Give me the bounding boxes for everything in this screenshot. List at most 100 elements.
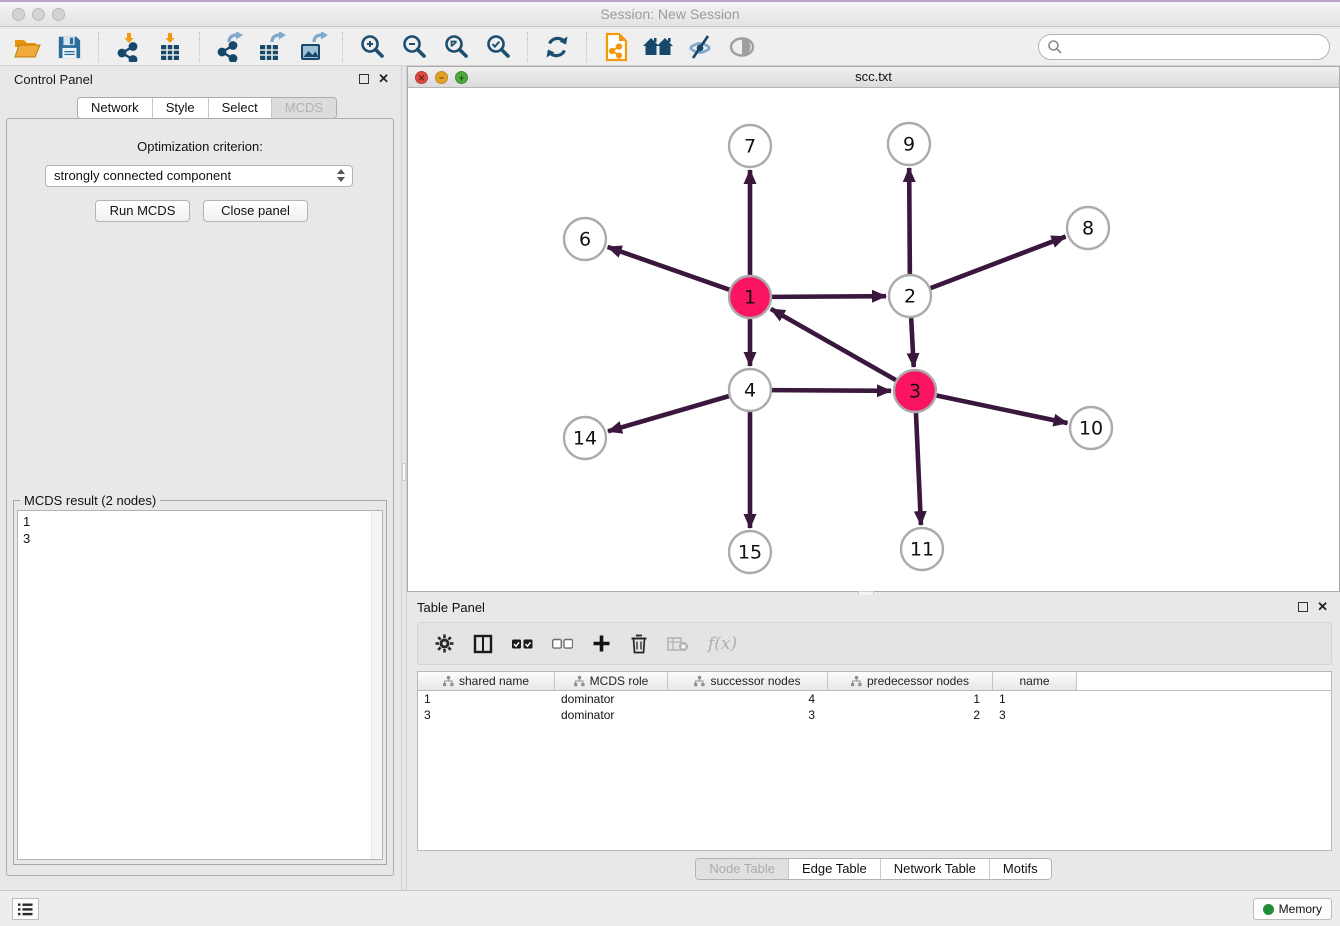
graph-edge-1-6[interactable] (608, 247, 730, 290)
float-panel-icon[interactable] (1298, 602, 1308, 612)
graph-node-14[interactable]: 14 (564, 417, 606, 459)
graph-edge-4-14[interactable] (608, 396, 729, 431)
cell-mcds-role[interactable]: dominator (555, 692, 668, 706)
column-type-icon (574, 676, 585, 687)
column-header-name[interactable]: name (993, 672, 1077, 690)
cell-predecessor-nodes[interactable]: 1 (828, 692, 993, 706)
create-column-plus-icon[interactable] (592, 634, 611, 653)
select-all-icon[interactable] (512, 638, 533, 650)
optimization-criterion-label: Optimization criterion: (7, 139, 393, 154)
delete-column-trash-icon[interactable] (630, 634, 648, 654)
search-field[interactable] (1038, 34, 1330, 60)
zoom-out-icon[interactable] (398, 31, 430, 63)
show-task-history-button[interactable] (12, 898, 39, 920)
graph-node-11[interactable]: 11 (901, 528, 943, 570)
graph-node-8[interactable]: 8 (1067, 207, 1109, 249)
zoom-selected-icon[interactable] (482, 31, 514, 63)
graph-edge-2-9[interactable] (909, 168, 910, 274)
graph-edge-4-3[interactable] (772, 390, 891, 391)
graph-node-10[interactable]: 10 (1070, 407, 1112, 449)
minimize-view-icon[interactable] (435, 71, 448, 84)
memory-button[interactable]: Memory (1253, 898, 1332, 920)
svg-text:10: 10 (1079, 418, 1103, 440)
network-graph[interactable]: 7 9 6 8 1 2 4 3 14 10 15 11 (408, 88, 1339, 591)
tab-select[interactable]: Select (208, 98, 271, 118)
function-builder-icon[interactable]: f(x) (708, 634, 737, 654)
tab-mcds[interactable]: MCDS (271, 98, 336, 118)
memory-label: Memory (1279, 902, 1322, 916)
table-settings-gear-icon[interactable] (435, 634, 454, 653)
graph-node-3[interactable]: 3 (894, 370, 936, 412)
cell-shared-name[interactable]: 1 (418, 692, 555, 706)
criterion-select[interactable]: strongly connected component (45, 165, 353, 187)
export-network-icon[interactable] (213, 31, 245, 63)
graph-node-7[interactable]: 7 (729, 125, 771, 167)
deselect-all-icon[interactable] (552, 638, 573, 650)
graph-edge-3-1[interactable] (771, 309, 896, 380)
graph-edge-3-11[interactable] (916, 413, 921, 525)
graph-node-15[interactable]: 15 (729, 531, 771, 573)
close-panel-icon[interactable] (1317, 601, 1328, 612)
float-panel-icon[interactable] (359, 74, 369, 84)
tab-motifs[interactable]: Motifs (989, 859, 1051, 879)
toolbar-separator (98, 32, 99, 62)
show-graphics-details-icon[interactable] (726, 31, 758, 63)
tab-style[interactable]: Style (152, 98, 208, 118)
network-canvas[interactable]: 7 9 6 8 1 2 4 3 14 10 15 11 (408, 88, 1339, 591)
export-image-icon[interactable] (297, 31, 329, 63)
table-row[interactable]: 3 dominator 3 2 3 (418, 707, 1331, 723)
column-header-mcds-role[interactable]: MCDS role (555, 672, 668, 690)
graph-node-4[interactable]: 4 (729, 369, 771, 411)
delete-table-icon[interactable] (667, 636, 689, 652)
graph-edge-1-2[interactable] (772, 296, 886, 297)
control-panel-title: Control Panel (14, 72, 93, 87)
tab-edge-table[interactable]: Edge Table (788, 859, 880, 879)
graph-edge-3-10[interactable] (937, 396, 1068, 424)
zoom-fit-icon[interactable] (440, 31, 472, 63)
home-icon[interactable] (642, 31, 674, 63)
main-toolbar (0, 29, 1340, 66)
search-input[interactable] (1063, 39, 1313, 56)
result-scrollbar[interactable] (371, 511, 382, 859)
tab-network-table[interactable]: Network Table (880, 859, 989, 879)
column-header-shared-name[interactable]: shared name (418, 672, 555, 690)
cell-successor-nodes[interactable]: 3 (668, 708, 828, 722)
zoom-in-icon[interactable] (356, 31, 388, 63)
splitter-handle[interactable] (402, 463, 406, 481)
cell-predecessor-nodes[interactable]: 2 (828, 708, 993, 722)
cell-mcds-role[interactable]: dominator (555, 708, 668, 722)
tab-node-table[interactable]: Node Table (696, 859, 788, 879)
table-row[interactable]: 1 dominator 4 1 1 (418, 691, 1331, 707)
cell-shared-name[interactable]: 3 (418, 708, 555, 722)
import-network-icon[interactable] (112, 31, 144, 63)
show-columns-icon[interactable] (473, 634, 493, 654)
graph-edge-2-3[interactable] (911, 318, 914, 367)
cell-name[interactable]: 1 (993, 692, 1077, 706)
column-header-successor-nodes[interactable]: successor nodes (668, 672, 828, 690)
network-window-titlebar[interactable]: scc.txt (408, 67, 1339, 88)
run-mcds-button[interactable]: Run MCDS (95, 200, 190, 222)
control-panel: Control Panel Network Style Select MCDS … (0, 66, 401, 890)
tab-network[interactable]: Network (78, 98, 152, 118)
save-icon[interactable] (53, 31, 85, 63)
graph-node-6[interactable]: 6 (564, 218, 606, 260)
network-file-icon[interactable] (600, 31, 632, 63)
graph-node-9[interactable]: 9 (888, 123, 930, 165)
open-icon[interactable] (11, 31, 43, 63)
cell-name[interactable]: 3 (993, 708, 1077, 722)
close-panel-icon[interactable] (378, 73, 389, 84)
graph-node-2[interactable]: 2 (889, 275, 931, 317)
graph-node-1[interactable]: 1 (729, 276, 771, 318)
column-header-predecessor-nodes[interactable]: predecessor nodes (828, 672, 993, 690)
table-panel-title: Table Panel (417, 600, 485, 615)
mcds-result-list[interactable]: 1 3 (17, 510, 383, 860)
import-table-icon[interactable] (154, 31, 186, 63)
refresh-icon[interactable] (541, 31, 573, 63)
export-table-icon[interactable] (255, 31, 287, 63)
cell-successor-nodes[interactable]: 4 (668, 692, 828, 706)
hide-graphics-details-icon[interactable] (684, 31, 716, 63)
close-view-icon[interactable] (415, 71, 428, 84)
graph-edge-2-8[interactable] (931, 237, 1066, 289)
maximize-view-icon[interactable] (455, 71, 468, 84)
close-panel-button[interactable]: Close panel (203, 200, 308, 222)
